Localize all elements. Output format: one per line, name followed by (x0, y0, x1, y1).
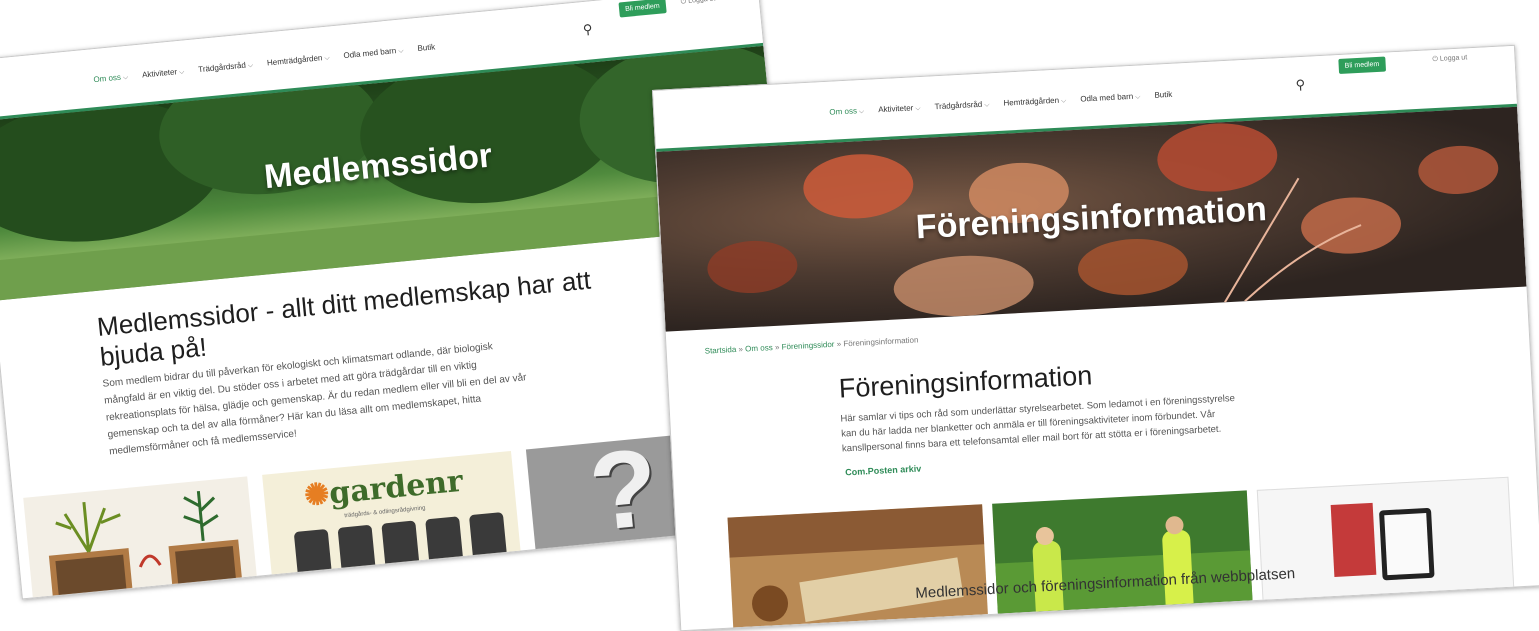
card-gardenr-app[interactable]: ✺gardenr trädgårds- & odlingsrådgivning (262, 450, 522, 585)
page-title: Föreningsinformation (838, 360, 1093, 404)
phone-mockup (337, 524, 377, 578)
power-icon: ⏻ (680, 0, 687, 6)
menu-item-odla-med-barn[interactable]: Odla med barn⌵ (343, 45, 404, 61)
main-menu: Om oss⌵ Aktiviteter⌵ Trädgårdsråd⌵ Hemtr… (93, 42, 436, 85)
logout-link[interactable]: ⏻ Logga ut (680, 0, 715, 7)
magazine-stack (1330, 502, 1377, 577)
question-mark-icon: ? (584, 430, 664, 555)
breadcrumb-startsida[interactable]: Startsida (705, 345, 737, 356)
menu-item-hemtradgarden[interactable]: Hemträdgården⌵ (1003, 95, 1066, 108)
phone-mockup (425, 516, 464, 570)
chevron-down-icon: ⌵ (398, 47, 404, 55)
phone-mockup (468, 512, 508, 566)
menu-item-tradgardsrad[interactable]: Trädgårdsråd⌵ (934, 99, 989, 112)
logout-link[interactable]: ⏻ Logga ut (1432, 54, 1467, 64)
person-2 (1161, 529, 1194, 605)
gardenr-logo: ✺gardenr (302, 463, 465, 514)
card-old-documents[interactable] (727, 504, 988, 628)
person-1 (1032, 540, 1064, 612)
breadcrumb-separator: » (836, 339, 842, 349)
plant-illustration (48, 490, 243, 600)
breadcrumb-separator: » (774, 342, 780, 352)
tablet-screen (1384, 513, 1430, 576)
breadcrumb-om-oss[interactable]: Om oss (745, 343, 773, 353)
breadcrumb-current: Föreningsinformation (843, 335, 919, 349)
menu-item-om-oss[interactable]: Om oss⌵ (93, 72, 129, 85)
menu-item-butik[interactable]: Butik (417, 42, 436, 54)
butterfly-icon: ✺ (302, 476, 332, 514)
phone-mockup (293, 528, 333, 582)
join-button[interactable]: Bli medlem (618, 0, 667, 18)
chevron-down-icon: ⌵ (247, 61, 254, 70)
breadcrumb-separator: » (738, 344, 744, 354)
chevron-down-icon: ⌵ (1135, 93, 1141, 101)
power-icon: ⏻ (1432, 55, 1439, 64)
search-icon[interactable]: ⚲ (1295, 77, 1305, 93)
chevron-down-icon: ⌵ (122, 73, 129, 82)
screenshot-foreningsinformation: Om oss ⌵ Aktiviteter ⌵ Trädgårdsråd ⌵ Hemtr… (652, 44, 1539, 631)
join-button[interactable]: Bli medlem (1338, 56, 1386, 75)
menu-item-tradgardsrad[interactable]: Trädgårdsråd⌵ (198, 60, 254, 75)
chevron-down-icon: ⌵ (324, 54, 331, 63)
card-publications[interactable] (1256, 476, 1515, 602)
wood-surface (727, 504, 985, 558)
chevron-down-icon: ⌵ (915, 104, 921, 113)
menu-item-butik[interactable]: Butik (1154, 90, 1172, 101)
menu-item-hemtradgarden[interactable]: Hemträdgården⌵ (267, 53, 331, 69)
chevron-down-icon: ⌵ (858, 107, 865, 116)
pipe-bowl (751, 584, 789, 623)
chevron-down-icon: ⌵ (984, 101, 990, 109)
archive-link[interactable]: Com.Posten arkiv (845, 463, 921, 477)
menu-item-odla-med-barn[interactable]: Odla med barn⌵ (1080, 91, 1141, 104)
chevron-down-icon: ⌵ (1060, 97, 1067, 105)
breadcrumb: Startsida » Om oss » Föreningssidor » Fö… (705, 335, 919, 355)
search-icon[interactable]: ⚲ (582, 21, 593, 38)
menu-item-om-oss[interactable]: Om oss⌵ (829, 106, 864, 118)
menu-item-aktiviteter[interactable]: Aktiviteter⌵ (142, 67, 185, 81)
chevron-down-icon: ⌵ (178, 68, 185, 76)
menu-item-aktiviteter[interactable]: Aktiviteter⌵ (878, 103, 921, 115)
main-menu: Om oss⌵ Aktiviteter⌵ Trädgårdsråd⌵ Hemtr… (829, 90, 1172, 118)
card-plant-illustration[interactable] (23, 476, 258, 600)
phone-mockup (381, 520, 420, 574)
breadcrumb-foreningssidor[interactable]: Föreningssidor (781, 340, 834, 352)
